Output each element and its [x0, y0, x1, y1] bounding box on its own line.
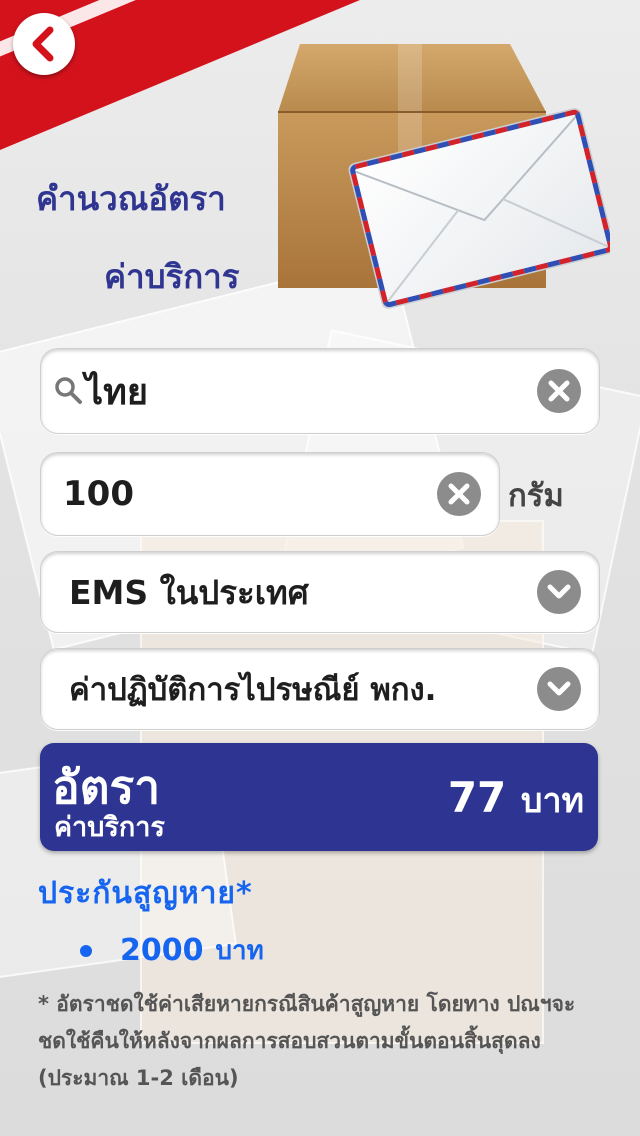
weight-field[interactable]: 100 [40, 452, 500, 536]
insurance-note: * อัตราชดใช้ค่าเสียหายกรณีสินค้าสูญหาย โ… [38, 992, 576, 1090]
chevron-down-icon [547, 681, 571, 696]
clear-icon [548, 380, 570, 402]
service-selected: EMS ในประเทศ [69, 572, 309, 612]
rate-calculator-screen: คำนวณอัตรา ค่าบริการ ไทย 100 กรัม EMS ใน… [0, 0, 640, 1136]
destination-field[interactable]: ไทย [40, 348, 600, 434]
rate-label-line2: ค่าบริการ [54, 812, 165, 843]
rate-result-panel: อัตรา ค่าบริการ 77 บาท [40, 743, 598, 851]
insurance-item: 2000 บาท [80, 930, 264, 971]
bullet-icon [80, 944, 92, 957]
search-icon [55, 377, 82, 404]
extra-fee-dropdown-toggle[interactable] [537, 667, 581, 711]
rate-currency: บาท [520, 781, 584, 821]
service-dropdown[interactable]: EMS ในประเทศ [40, 551, 600, 633]
back-button[interactable] [13, 13, 75, 75]
destination-value: ไทย [85, 371, 148, 413]
weight-clear-button[interactable] [437, 472, 481, 516]
weight-unit-label: กรัม [508, 478, 564, 514]
page-title-line2: ค่าบริการ [104, 257, 240, 296]
insurance-currency: บาท [215, 936, 264, 966]
page-title-line1: คำนวณอัตรา [36, 179, 226, 218]
rate-amount: 77 บาท [448, 773, 584, 827]
destination-clear-button[interactable] [537, 369, 581, 413]
extra-fee-dropdown[interactable]: ค่าปฏิบัติการไปรษณีย์ พกง. [40, 648, 600, 730]
insurance-heading: ประกันสูญหาย* [38, 876, 253, 911]
weight-value: 100 [63, 474, 134, 514]
insurance-amount: 2000 [120, 933, 204, 968]
chevron-down-icon [547, 584, 571, 599]
service-dropdown-toggle[interactable] [537, 570, 581, 614]
extra-fee-selected: ค่าปฏิบัติการไปรษณีย์ พกง. [69, 672, 437, 708]
rate-amount-value: 77 [447, 773, 507, 822]
back-chevron-icon [32, 26, 54, 62]
clear-icon [448, 483, 470, 505]
parcel-envelope-illustration [278, 44, 610, 309]
